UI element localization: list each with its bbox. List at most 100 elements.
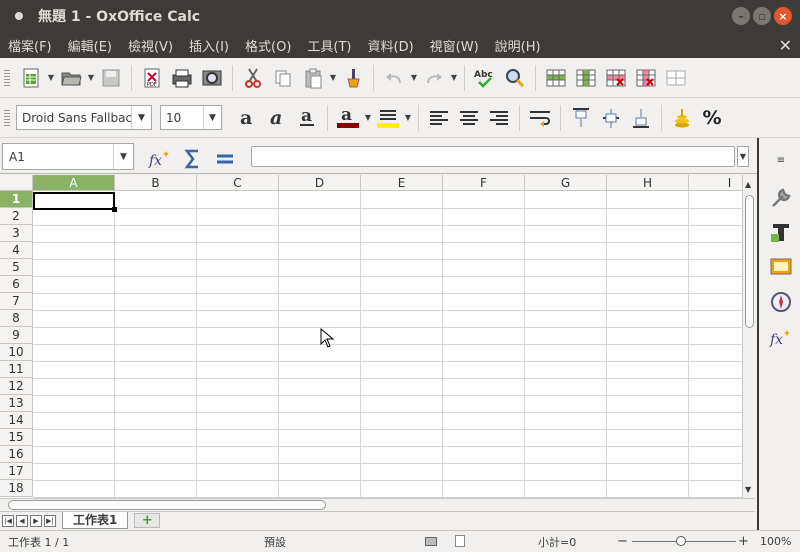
- delete-rows-icon[interactable]: [601, 63, 631, 93]
- add-sheet-button[interactable]: +: [134, 513, 161, 528]
- row-header[interactable]: 2: [0, 208, 33, 225]
- app-menu-icon[interactable]: [15, 12, 23, 20]
- name-box-value[interactable]: A1: [3, 150, 113, 164]
- row-header[interactable]: 16: [0, 446, 33, 463]
- align-bottom-icon[interactable]: [626, 103, 656, 133]
- wrap-text-icon[interactable]: [525, 103, 555, 133]
- align-center-icon[interactable]: [454, 103, 484, 133]
- column-header[interactable]: F: [443, 175, 525, 191]
- paste-dropdown-icon[interactable]: ▼: [328, 73, 338, 82]
- active-cell-cursor[interactable]: [33, 192, 117, 212]
- background-color-dropdown-icon[interactable]: ▼: [403, 113, 413, 122]
- gallery-icon[interactable]: [767, 252, 795, 280]
- column-header[interactable]: C: [197, 175, 279, 191]
- row-header[interactable]: 17: [0, 463, 33, 480]
- row-header[interactable]: 8: [0, 310, 33, 327]
- row-header[interactable]: 15: [0, 429, 33, 446]
- sidebar-menu-icon[interactable]: ≡: [767, 146, 795, 174]
- minimize-button[interactable]: –: [732, 7, 750, 25]
- column-header[interactable]: I: [689, 175, 742, 191]
- column-header[interactable]: A: [33, 175, 115, 191]
- prev-sheet-button[interactable]: ◀: [16, 514, 28, 527]
- zoom-out-button[interactable]: −: [617, 534, 628, 549]
- paste-icon[interactable]: [298, 63, 328, 93]
- font-size-combo[interactable]: 10 ▼: [160, 105, 222, 130]
- row-header[interactable]: 14: [0, 412, 33, 429]
- scroll-down-icon[interactable]: ▼: [745, 485, 751, 494]
- copy-icon[interactable]: [268, 63, 298, 93]
- menu-file[interactable]: 檔案(F): [0, 36, 60, 55]
- sheet-tab[interactable]: 工作表1: [62, 512, 129, 529]
- new-dropdown-icon[interactable]: ▼: [46, 73, 56, 82]
- toolbar-grip[interactable]: [4, 69, 10, 86]
- align-right-icon[interactable]: [484, 103, 514, 133]
- formula-input[interactable]: [251, 146, 735, 167]
- row-header[interactable]: 13: [0, 395, 33, 412]
- font-color-dropdown-icon[interactable]: ▼: [363, 113, 373, 122]
- row-header[interactable]: 4: [0, 242, 33, 259]
- function-wizard-icon[interactable]: fx: [145, 144, 175, 174]
- insert-rows-icon[interactable]: [541, 63, 571, 93]
- toolbar-grip[interactable]: [4, 109, 10, 126]
- align-middle-icon[interactable]: [596, 103, 626, 133]
- vertical-scroll-thumb[interactable]: [745, 195, 754, 328]
- select-all-corner[interactable]: [0, 175, 33, 191]
- cut-icon[interactable]: [238, 63, 268, 93]
- zoom-level[interactable]: 100%: [760, 535, 791, 548]
- first-sheet-button[interactable]: |◀: [2, 514, 14, 527]
- close-document-icon[interactable]: ✕: [779, 36, 792, 55]
- horizontal-scroll-thumb[interactable]: [8, 500, 326, 510]
- font-name-dropdown-icon[interactable]: ▼: [131, 106, 151, 129]
- font-size-dropdown-icon[interactable]: ▼: [203, 106, 221, 129]
- font-color-icon[interactable]: a: [333, 103, 363, 133]
- horizontal-scrollbar[interactable]: [0, 498, 755, 511]
- next-sheet-button[interactable]: ▶: [30, 514, 42, 527]
- column-header[interactable]: B: [115, 175, 197, 191]
- align-left-icon[interactable]: [424, 103, 454, 133]
- zoom-in-button[interactable]: +: [738, 534, 749, 549]
- name-box-dropdown-icon[interactable]: ▼: [113, 144, 133, 169]
- row-header[interactable]: 7: [0, 293, 33, 310]
- menu-format[interactable]: 格式(O): [237, 36, 299, 55]
- page-style[interactable]: 預設: [264, 534, 286, 550]
- column-header[interactable]: D: [279, 175, 361, 191]
- percent-format-icon[interactable]: %: [697, 103, 727, 133]
- last-sheet-button[interactable]: ▶|: [44, 514, 56, 527]
- find-replace-icon[interactable]: [500, 63, 530, 93]
- row-header[interactable]: 18: [0, 480, 33, 497]
- selection-mode-icon[interactable]: [425, 537, 437, 546]
- open-dropdown-icon[interactable]: ▼: [86, 73, 96, 82]
- insert-columns-icon[interactable]: [571, 63, 601, 93]
- menu-data[interactable]: 資料(D): [360, 36, 422, 55]
- merge-cells-icon[interactable]: [661, 63, 691, 93]
- column-header[interactable]: E: [361, 175, 443, 191]
- maximize-button[interactable]: ▫: [753, 7, 771, 25]
- zoom-slider-knob[interactable]: [676, 536, 686, 546]
- save-icon[interactable]: [96, 63, 126, 93]
- export-pdf-icon[interactable]: PDF: [137, 63, 167, 93]
- print-icon[interactable]: [167, 63, 197, 93]
- row-header[interactable]: 6: [0, 276, 33, 293]
- function-equals-icon[interactable]: [210, 144, 240, 174]
- print-preview-icon[interactable]: [197, 63, 227, 93]
- redo-dropdown-icon[interactable]: ▼: [449, 73, 459, 82]
- row-header[interactable]: 3: [0, 225, 33, 242]
- functions-icon[interactable]: fx: [767, 324, 795, 352]
- row-header[interactable]: 11: [0, 361, 33, 378]
- undo-icon[interactable]: [379, 63, 409, 93]
- undo-dropdown-icon[interactable]: ▼: [409, 73, 419, 82]
- menu-tools[interactable]: 工具(T): [299, 36, 359, 55]
- column-header[interactable]: G: [525, 175, 607, 191]
- row-header[interactable]: 1: [0, 191, 33, 208]
- clone-formatting-icon[interactable]: [338, 63, 368, 93]
- navigator-icon[interactable]: [767, 288, 795, 316]
- spellcheck-icon[interactable]: Abc: [470, 63, 500, 93]
- font-size-value[interactable]: 10: [161, 111, 203, 125]
- row-header[interactable]: 9: [0, 327, 33, 344]
- sum-indicator[interactable]: 小計=0: [538, 534, 576, 550]
- row-header[interactable]: 5: [0, 259, 33, 276]
- align-top-icon[interactable]: [566, 103, 596, 133]
- row-header[interactable]: 12: [0, 378, 33, 395]
- menu-view[interactable]: 檢視(V): [120, 36, 181, 55]
- sum-icon[interactable]: [178, 144, 208, 174]
